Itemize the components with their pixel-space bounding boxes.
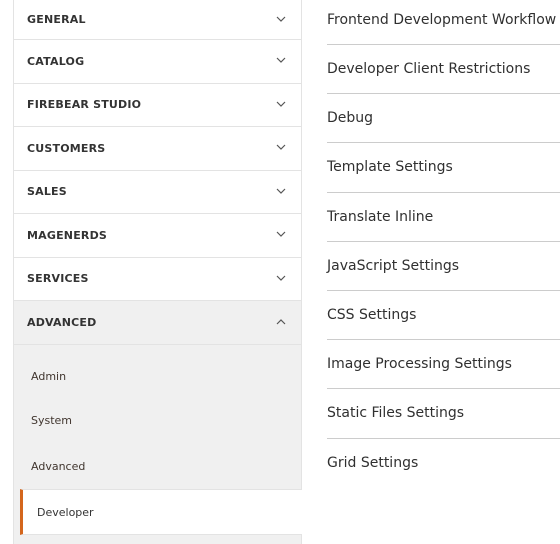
group-frontend-development-workflow[interactable]: Frontend Development Workflow xyxy=(327,0,560,45)
section-label: SERVICES xyxy=(27,272,89,286)
chevron-down-icon xyxy=(275,272,287,284)
section-label: MAGENERDS xyxy=(27,228,108,242)
chevron-down-icon xyxy=(275,228,287,240)
group-template-settings[interactable]: Template Settings xyxy=(327,143,560,193)
sidebar-footer-spacer xyxy=(14,535,301,544)
chevron-down-icon xyxy=(275,185,287,197)
chevron-down-icon xyxy=(275,98,287,110)
chevron-up-icon xyxy=(275,316,287,328)
section-label: GENERAL xyxy=(27,13,86,26)
sidebar-section-customers[interactable]: CUSTOMERS xyxy=(14,127,301,171)
sidebar-item-advanced[interactable]: Advanced xyxy=(14,444,301,490)
section-label: CUSTOMERS xyxy=(27,141,106,155)
sidebar-section-sales[interactable]: SALES xyxy=(14,171,301,214)
section-label: SALES xyxy=(27,185,67,199)
sidebar-section-services[interactable]: SERVICES xyxy=(14,258,301,301)
group-grid-settings[interactable]: Grid Settings xyxy=(327,439,560,488)
chevron-down-icon xyxy=(275,13,287,25)
config-sidebar: GENERAL CATALOG FIREBEAR STUDIO CUSTOMER… xyxy=(13,0,302,544)
group-static-files-settings[interactable]: Static Files Settings xyxy=(327,389,560,439)
sidebar-section-general[interactable]: GENERAL xyxy=(14,0,301,40)
section-label: CATALOG xyxy=(27,54,85,68)
group-javascript-settings[interactable]: JavaScript Settings xyxy=(327,242,560,291)
chevron-down-icon xyxy=(275,141,287,153)
group-developer-client-restrictions[interactable]: Developer Client Restrictions xyxy=(327,45,560,95)
group-css-settings[interactable]: CSS Settings xyxy=(327,291,560,341)
group-translate-inline[interactable]: Translate Inline xyxy=(327,193,560,242)
section-label: FIREBEAR STUDIO xyxy=(27,98,142,112)
advanced-submenu: Admin System Advanced Developer xyxy=(14,345,302,535)
group-debug[interactable]: Debug xyxy=(327,94,560,144)
sidebar-item-developer[interactable]: Developer xyxy=(20,489,302,535)
sidebar-item-admin[interactable]: Admin xyxy=(14,345,301,398)
sidebar-section-advanced[interactable]: ADVANCED xyxy=(14,301,301,345)
section-label: ADVANCED xyxy=(27,316,97,329)
sidebar-section-magenerds[interactable]: MAGENERDS xyxy=(14,214,301,258)
sidebar-section-firebear-studio[interactable]: FIREBEAR STUDIO xyxy=(14,84,301,127)
group-image-processing-settings[interactable]: Image Processing Settings xyxy=(327,340,560,390)
chevron-down-icon xyxy=(275,54,287,66)
sidebar-section-catalog[interactable]: CATALOG xyxy=(14,40,301,84)
developer-config-groups: Frontend Development Workflow Developer … xyxy=(327,0,560,488)
sidebar-item-system[interactable]: System xyxy=(14,398,301,444)
